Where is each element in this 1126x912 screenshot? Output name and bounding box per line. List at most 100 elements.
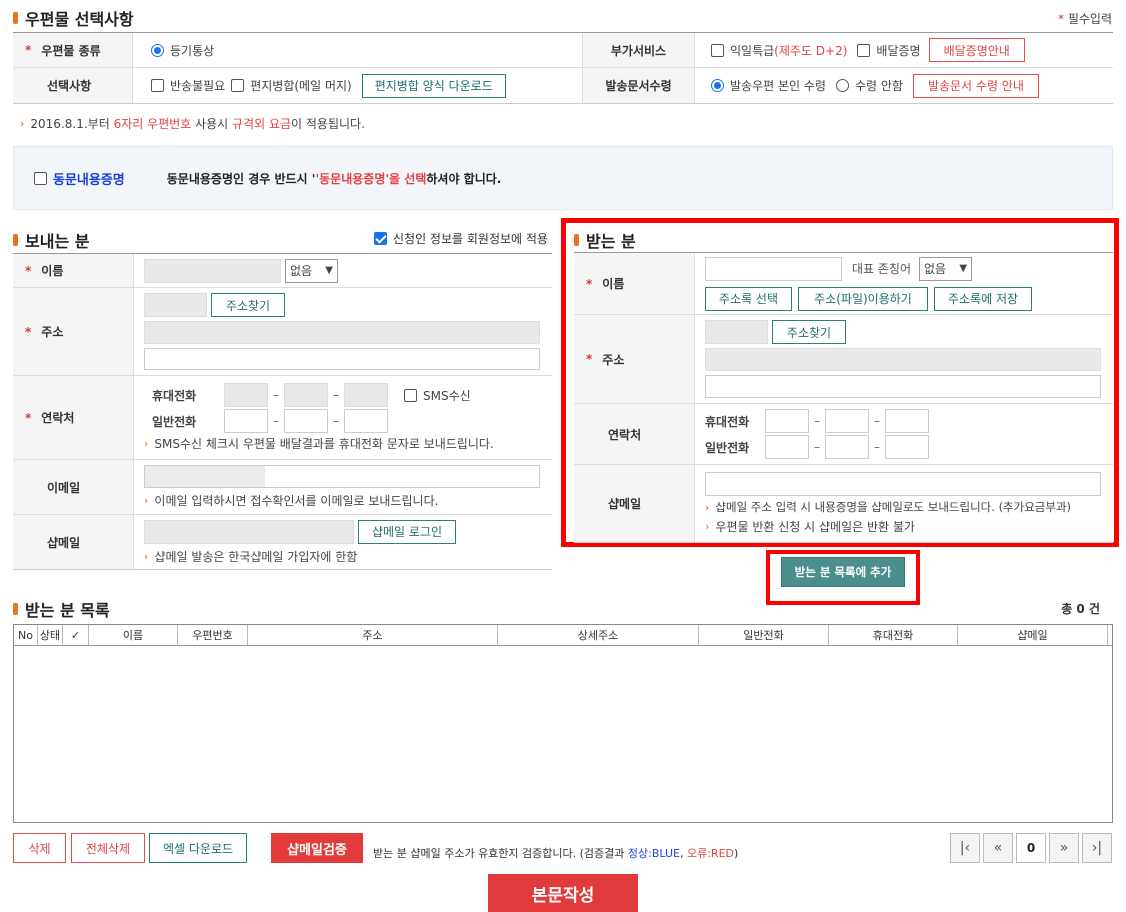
last-page-icon[interactable]: ›| <box>1082 833 1112 863</box>
email-note-text: 이메일 입력하시면 접수확인서를 이메일로 보내드립니다. <box>154 494 439 508</box>
receiver-honorific-label: 대표 존칭어 <box>852 262 912 276</box>
sms-checkbox[interactable] <box>404 388 417 402</box>
delete-all-button[interactable]: 전체삭제 <box>71 833 145 863</box>
next-page-icon[interactable]: » <box>1049 833 1079 863</box>
shopmail-verify-button[interactable]: 샵메일검증 <box>271 833 363 863</box>
notice-prefix: 2016.8.1.부터 <box>30 117 114 131</box>
address-file-button[interactable]: 주소(파일)이용하기 <box>798 286 928 311</box>
receiver-address-detail-input[interactable] <box>705 375 1101 398</box>
sender-zipcode-input[interactable] <box>144 293 207 317</box>
delivery-proof-checkbox[interactable] <box>857 43 871 57</box>
sender-shopmail-input[interactable] <box>144 519 354 544</box>
add-to-receiver-list-button[interactable]: 받는 분 목록에 추가 <box>781 557 905 587</box>
chevron-right-icon: › <box>705 500 710 514</box>
sender-phone-3[interactable] <box>344 409 388 433</box>
letter-merge-checkbox[interactable] <box>231 79 245 92</box>
apply-member-label: 신청인 정보를 회원정보에 적용 <box>393 232 548 246</box>
receiver-title: 받는 분 <box>574 228 636 252</box>
receiver-find-address-button[interactable]: 주소찾기 <box>772 320 846 344</box>
chevron-right-icon: › <box>705 520 710 533</box>
sender-email-label: 이메일 <box>47 480 81 495</box>
receiver-title-text: 받는 분 <box>586 232 636 251</box>
chevron-right-icon: › <box>144 437 149 450</box>
receiver-phone-3[interactable] <box>885 435 929 459</box>
col-mobile[interactable]: 휴대전화 <box>829 625 958 645</box>
addl-service-cell: 익일특급 (제주도 D+2) 배달증명 배달증명안내 <box>695 33 1113 67</box>
sms-note-text: SMS수신 체크시 우편물 배달결과를 휴대전화 문자로 보내드립니다. <box>154 437 494 451</box>
sender-address-detail-input[interactable] <box>144 347 540 370</box>
col-zipcode[interactable]: 우편번호 <box>178 625 248 645</box>
sender-phone-2[interactable] <box>284 409 328 433</box>
receiver-name-cell: 대표 존칭어 없음 ▼ 주소록 선택 주소(파일)이용하기 주소록에 저장 <box>695 253 1042 314</box>
first-page-icon[interactable]: |‹ <box>950 833 980 863</box>
receive-doc-header: 발송문서수령 <box>583 68 695 103</box>
verify-desc-blue: 정상:BLUE <box>627 847 680 860</box>
col-address[interactable]: 주소 <box>248 625 498 645</box>
prev-page-icon[interactable]: « <box>983 833 1013 863</box>
receiver-shopmail-input[interactable] <box>705 472 1101 496</box>
next-day-label: 익일특급 <box>730 43 775 58</box>
receive-doc-cell: 발송우편 본인 수령 수령 안함 발송문서 수령 안내 <box>695 68 1113 103</box>
required-star: * <box>1058 12 1064 26</box>
receiver-phone-1[interactable] <box>765 435 809 459</box>
col-name[interactable]: 이름 <box>89 625 178 645</box>
receive-none-radio[interactable] <box>835 79 849 92</box>
receiver-phone-label: 일반전화 <box>705 440 750 455</box>
col-check[interactable]: ✓ <box>63 625 89 645</box>
sender-mobile-3[interactable] <box>344 383 388 407</box>
sender-mobile-1[interactable] <box>224 383 268 407</box>
receiver-shopmail-label: 샵메일 <box>608 497 642 511</box>
receiver-phone-2[interactable] <box>825 435 869 459</box>
receiver-honorific-select[interactable]: 없음 ▼ <box>919 256 973 281</box>
receiver-contact-cell: 휴대전화 – – 일반전화 – – <box>695 404 939 464</box>
next-day-checkbox[interactable] <box>711 43 724 57</box>
col-status[interactable]: 상태 <box>38 625 63 645</box>
sender-mobile-2[interactable] <box>284 383 328 407</box>
receiver-mobile-2[interactable] <box>825 409 869 433</box>
sender-table: * 이름 없음 ▼ * 주소 주소찾기 * 연락처 휴대전화 – – SMS수신 일반전… <box>13 253 552 570</box>
sender-email-input[interactable] <box>144 465 540 488</box>
receiver-mobile-3[interactable] <box>885 409 929 433</box>
merge-template-download-button[interactable]: 편지병합 양식 다운로드 <box>361 73 506 98</box>
apply-member-checkbox[interactable] <box>374 232 387 245</box>
col-phone[interactable]: 일반전화 <box>699 625 829 645</box>
receive-guide-button[interactable]: 발송문서 수령 안내 <box>912 73 1039 98</box>
same-content-checkbox[interactable] <box>34 171 47 185</box>
addressbook-select-button[interactable]: 주소록 선택 <box>705 286 792 311</box>
mail-type-radio[interactable] <box>151 43 164 57</box>
receiver-mobile-1[interactable] <box>765 409 809 433</box>
sender-contact-header: * 연락처 <box>13 376 134 459</box>
sender-mobile-label: 휴대전화 <box>152 388 197 403</box>
return-not-needed-checkbox[interactable] <box>151 79 164 92</box>
receiver-contact-header: 연락처 <box>574 404 695 464</box>
grid-header: No 상태 ✓ 이름 우편번호 주소 상세주소 일반전화 휴대전화 샵메일 <box>14 625 1112 646</box>
sender-phone-1[interactable] <box>224 409 268 433</box>
receiver-shopmail-cell: › 샵메일 주소 입력 시 내용증명을 샵메일로도 보내드립니다. (추가요금부과… <box>695 465 1111 542</box>
col-no[interactable]: No <box>14 625 38 645</box>
receiver-address-cell: 주소찾기 <box>695 315 1111 403</box>
sender-address-input[interactable] <box>144 321 540 344</box>
sender-honorific-select[interactable]: 없음 ▼ <box>285 258 338 283</box>
receiver-shopmail-note-2-text: 우편물 반환 신청 시 샵메일은 반환 불가 <box>715 520 915 534</box>
receiver-address-input[interactable] <box>705 348 1101 371</box>
same-content-label: 동문내용증명 <box>53 172 125 188</box>
sender-contact-label: 연락처 <box>41 411 75 425</box>
receive-self-radio[interactable] <box>711 79 724 92</box>
sender-shopmail-header: 샵메일 <box>13 515 134 569</box>
shopmail-login-button[interactable]: 샵메일 로그인 <box>358 519 456 544</box>
current-page[interactable]: 0 <box>1016 833 1046 863</box>
compose-body-button[interactable]: 본문작성 <box>488 874 638 912</box>
col-shopmail[interactable]: 샵메일 <box>958 625 1108 645</box>
sender-name-header: * 이름 <box>13 254 134 287</box>
delete-button[interactable]: 삭제 <box>13 833 66 863</box>
receiver-zipcode-input[interactable] <box>705 320 768 344</box>
addressbook-save-button[interactable]: 주소록에 저장 <box>934 286 1032 311</box>
col-address-detail[interactable]: 상세주소 <box>498 625 699 645</box>
receiver-name-input[interactable] <box>705 256 842 281</box>
sms-note: › SMS수신 체크시 우편물 배달결과를 휴대전화 문자로 보내드립니다. <box>144 435 494 452</box>
delivery-proof-guide-button[interactable]: 배달증명안내 <box>928 38 1025 62</box>
excel-download-button[interactable]: 엑셀 다운로드 <box>149 833 247 863</box>
sender-name-input[interactable] <box>144 258 281 283</box>
sender-find-address-button[interactable]: 주소찾기 <box>211 293 285 317</box>
sender-phone-label: 일반전화 <box>152 414 197 429</box>
